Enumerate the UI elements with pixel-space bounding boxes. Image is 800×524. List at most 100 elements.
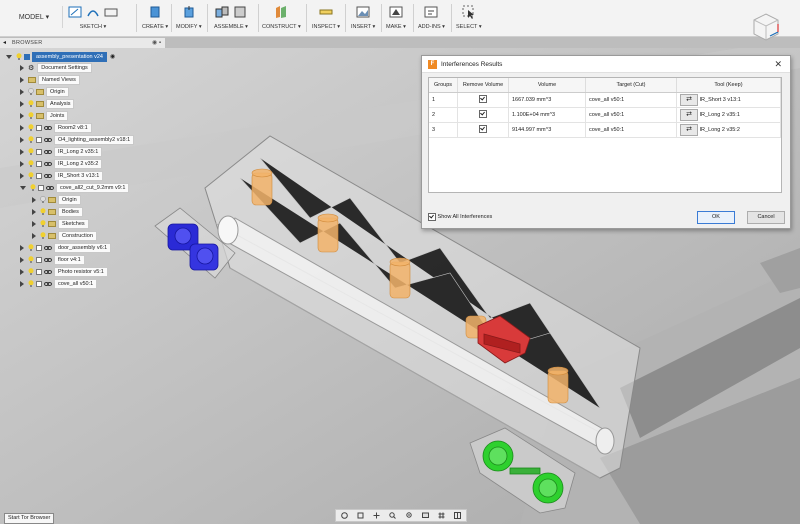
tree-item-subfolder[interactable]: Construction xyxy=(32,230,97,241)
tree-item-document-settings[interactable]: ⚙ Document Settings xyxy=(20,62,92,73)
make-group[interactable]: MAKE ▾ xyxy=(386,2,406,34)
ok-button[interactable]: OK xyxy=(697,211,735,224)
tree-item-origin[interactable]: Origin xyxy=(20,86,69,97)
tree-item-subfolder[interactable]: Origin xyxy=(32,194,81,205)
visibility-bulb-icon[interactable] xyxy=(28,88,34,95)
viewcube[interactable] xyxy=(748,10,782,44)
table-row[interactable]: 1 1667.039 mm^3 cove_all v50:1 ⇄ IR_Shor… xyxy=(429,92,781,108)
collapse-browser-icon[interactable]: ◂ xyxy=(3,39,6,46)
navigation-bar xyxy=(335,509,467,522)
activate-icon[interactable]: ◉ xyxy=(110,53,115,60)
tree-item-subfolder[interactable]: Sketches xyxy=(32,218,89,229)
visibility-bulb-icon[interactable] xyxy=(28,244,34,251)
press-pull-icon xyxy=(184,6,194,18)
visibility-bulb-icon[interactable] xyxy=(28,280,34,287)
col-header-tool[interactable]: Tool (Keep) xyxy=(676,78,781,93)
select-group[interactable]: SELECT ▾ xyxy=(456,2,482,34)
visibility-bulb-icon[interactable] xyxy=(28,268,34,275)
swap-target-tool-button[interactable]: ⇄ xyxy=(680,109,698,121)
grid-settings-icon[interactable] xyxy=(438,512,445,519)
interference-results-dialog: F Interferences Results ✕ Groups Remove … xyxy=(421,55,791,229)
visibility-bulb-icon[interactable] xyxy=(28,148,34,155)
look-at-icon[interactable] xyxy=(357,512,364,519)
col-header-remove-volume[interactable]: Remove Volume xyxy=(457,78,509,93)
visibility-bulb-icon[interactable] xyxy=(30,184,36,191)
modify-label: MODIFY xyxy=(176,24,198,30)
visibility-bulb-icon[interactable] xyxy=(28,172,34,179)
table-row[interactable]: 3 9144.997 mm^3 cove_all v50:1 ⇄ IR_Long… xyxy=(429,122,781,138)
assemble-group[interactable]: ASSEMBLE ▾ xyxy=(214,2,248,34)
tree-item-component[interactable]: cove_all v50:1 xyxy=(20,278,98,289)
component-icon xyxy=(36,160,42,167)
fit-icon[interactable] xyxy=(405,512,413,519)
viewports-icon[interactable] xyxy=(454,512,462,519)
visibility-bulb-icon[interactable] xyxy=(16,53,22,60)
tree-item-component-expanded[interactable]: cove_all2_cut_9.2mm v9:1 xyxy=(20,182,130,193)
create-group[interactable]: CREATE ▾ xyxy=(142,2,168,34)
visibility-bulb-icon[interactable] xyxy=(40,220,46,227)
tree-item-component[interactable]: door_assembly v6:1 xyxy=(20,242,112,253)
swap-target-tool-button[interactable]: ⇄ xyxy=(680,94,698,106)
remove-volume-checkbox[interactable] xyxy=(479,110,487,118)
visibility-bulb-icon[interactable] xyxy=(28,112,34,119)
swap-target-tool-button[interactable]: ⇄ xyxy=(680,124,698,136)
tree-item-component[interactable]: Room2 v8:1 xyxy=(20,122,92,133)
cancel-button[interactable]: Cancel xyxy=(747,211,785,224)
col-header-volume[interactable]: Volume xyxy=(508,78,586,93)
col-header-target[interactable]: Target (Cut) xyxy=(585,78,677,93)
workspace-mode-dropdown[interactable]: MODEL ▾ xyxy=(6,6,63,28)
tree-item-component[interactable]: O4_lighting_assembly2 v18:1 xyxy=(20,134,135,145)
visibility-bulb-icon[interactable] xyxy=(28,256,34,263)
component-icon xyxy=(36,148,42,155)
close-icon[interactable]: ✕ xyxy=(774,59,782,70)
tree-item-named-views[interactable]: Named Views xyxy=(20,74,80,85)
modify-group[interactable]: MODIFY ▾ xyxy=(176,2,202,34)
insert-group[interactable]: INSERT ▾ xyxy=(351,2,375,34)
remove-volume-checkbox[interactable] xyxy=(479,125,487,133)
visibility-bulb-icon[interactable] xyxy=(40,196,46,203)
make-label: MAKE xyxy=(386,24,402,30)
tree-item-component[interactable]: floor v4:1 xyxy=(20,254,85,265)
table-row[interactable]: 2 1.100E+04 mm^3 cove_all v50:1 ⇄ IR_Lon… xyxy=(429,107,781,123)
tree-item-component[interactable]: Photo resistor v5:1 xyxy=(20,266,108,277)
dialog-titlebar[interactable]: F Interferences Results ✕ xyxy=(422,56,790,73)
create-label: CREATE xyxy=(142,24,164,30)
link-icon xyxy=(44,269,52,274)
browser-pin-icon[interactable]: ◉ ▪ xyxy=(152,39,161,46)
remove-volume-checkbox[interactable] xyxy=(479,95,487,103)
pan-icon[interactable] xyxy=(373,512,380,519)
component-icon xyxy=(36,124,42,131)
doc-icon xyxy=(24,53,30,60)
rectangle-icon xyxy=(104,8,118,17)
orbit-icon[interactable] xyxy=(340,512,348,519)
extrude-icon xyxy=(150,6,160,18)
addins-group[interactable]: ADD-INS ▾ xyxy=(418,2,445,34)
tree-item-joints[interactable]: Joints xyxy=(20,110,69,121)
visibility-bulb-icon[interactable] xyxy=(28,160,34,167)
tree-item-analysis[interactable]: Analysis xyxy=(20,98,75,109)
visibility-bulb-icon[interactable] xyxy=(28,136,34,143)
visibility-bulb-icon[interactable] xyxy=(40,208,46,215)
tree-item-component[interactable]: IR_Short 3 v13:1 xyxy=(20,170,104,181)
zoom-icon[interactable] xyxy=(389,512,397,519)
tree-root[interactable]: assembly_presentation v24 ◉ xyxy=(6,51,115,62)
select-label: SELECT xyxy=(456,24,478,30)
insert-image-icon xyxy=(356,6,370,18)
visibility-bulb-icon[interactable] xyxy=(40,232,46,239)
sketch-group[interactable]: SKETCH ▾ xyxy=(68,2,118,34)
tree-item-component[interactable]: IR_Long 2 v35:2 xyxy=(20,158,103,169)
col-header-groups[interactable]: Groups xyxy=(429,78,458,93)
link-icon xyxy=(44,161,52,166)
show-all-checkbox[interactable] xyxy=(428,213,436,221)
sketch-label: SKETCH xyxy=(79,24,102,30)
assemble-label: ASSEMBLE xyxy=(214,24,244,30)
show-all-interferences-toggle[interactable]: Show All Interferences xyxy=(428,213,492,221)
visibility-bulb-icon[interactable] xyxy=(28,100,34,107)
inspect-group[interactable]: INSPECT ▾ xyxy=(312,2,340,34)
display-settings-icon[interactable] xyxy=(421,512,429,519)
tree-item-subfolder[interactable]: Bodies xyxy=(32,206,83,217)
construct-group[interactable]: CONSTRUCT ▾ xyxy=(262,2,301,34)
visibility-bulb-icon[interactable] xyxy=(28,124,34,131)
tree-item-component[interactable]: IR_Long 2 v35:1 xyxy=(20,146,103,157)
offset-plane-icon xyxy=(276,6,287,18)
